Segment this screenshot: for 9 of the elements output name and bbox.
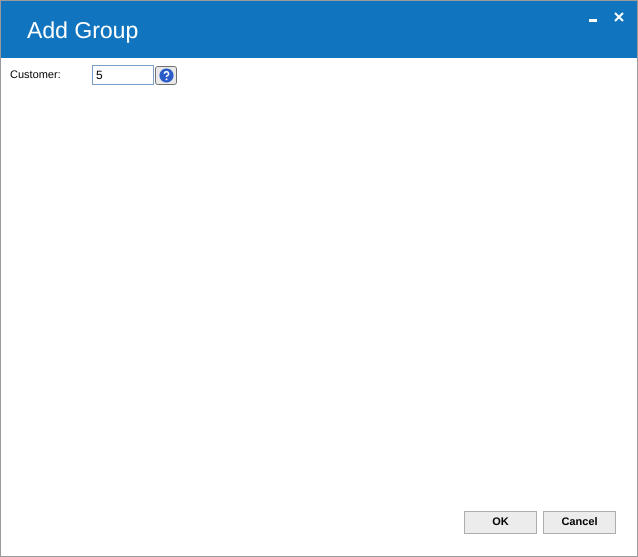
cancel-button[interactable]: Cancel [543,511,616,534]
minimize-icon [589,19,597,22]
close-icon [614,12,624,22]
window-title: Add Group [27,19,138,42]
ok-button[interactable]: OK [464,511,537,534]
customer-label: Customer: [10,68,62,83]
help-button[interactable] [155,66,177,84]
customer-field[interactable]: 5 [92,65,154,85]
help-icon [158,68,174,82]
